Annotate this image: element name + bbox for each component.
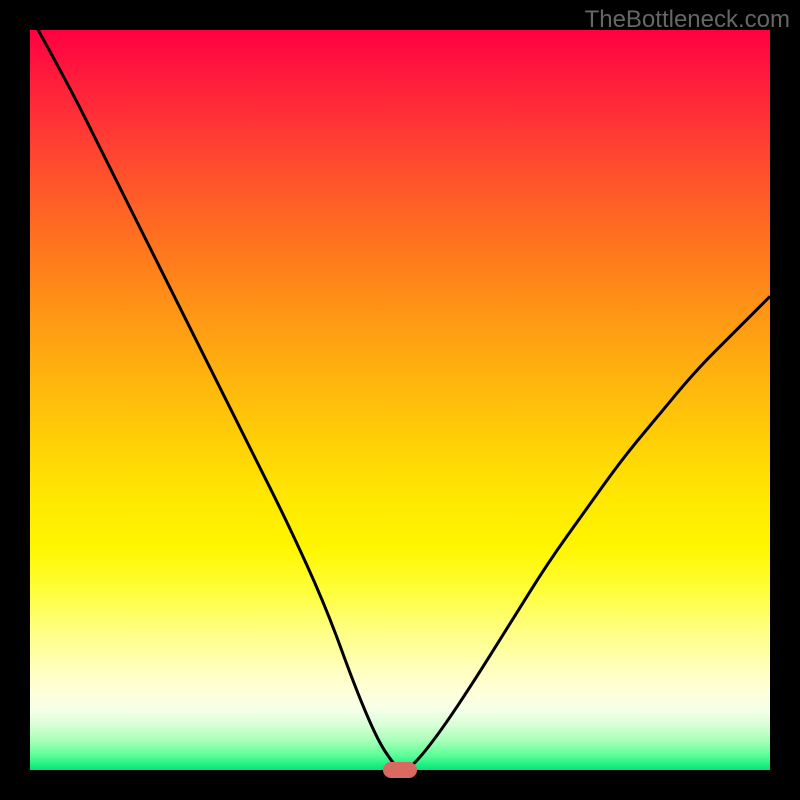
optimum-marker xyxy=(383,762,417,778)
watermark-text: TheBottleneck.com xyxy=(585,6,790,34)
plot-area xyxy=(30,30,770,770)
chart-frame: TheBottleneck.com xyxy=(0,0,800,800)
curve-svg xyxy=(30,30,770,770)
bottleneck-curve-path xyxy=(30,30,770,770)
